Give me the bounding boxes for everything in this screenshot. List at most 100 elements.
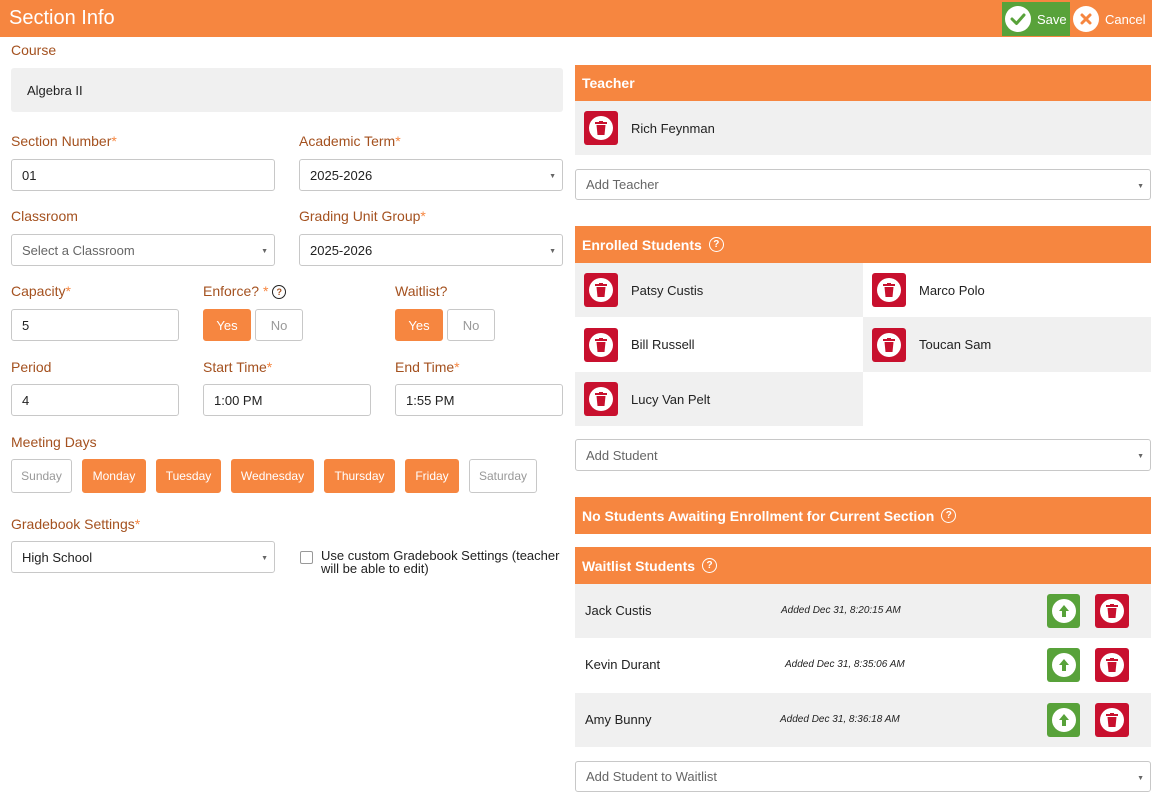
student-name: Lucy Van Pelt [631,391,711,407]
enrolled-student-row: Lucy Van Pelt [575,372,863,426]
save-label: Save [1037,11,1067,27]
academic-term-select[interactable]: 2025-2026 ▼ [299,159,563,191]
trash-icon [877,278,901,302]
custom-gradebook-label: Use custom Gradebook Settings (teacher w… [321,548,560,576]
teacher-name: Rich Feynman [631,120,715,136]
page-title: Section Info [9,7,115,29]
arrow-up-icon [1051,599,1076,623]
day-friday-button[interactable]: Friday [405,459,459,493]
enrolled-student-row: Toucan Sam [863,317,1151,372]
enforce-yes-button[interactable]: Yes [203,309,251,341]
day-wednesday-button[interactable]: Wednesday [231,459,314,493]
waitlist-student-name: Kevin Durant [585,657,661,672]
section-number-label: Section Number* [11,133,117,149]
add-student-select[interactable]: Add Student ▼ [575,439,1151,471]
course-label: Course [11,42,57,58]
academic-term-label: Academic Term* [299,133,401,149]
grading-unit-group-label: Grading Unit Group* [299,208,426,224]
day-thursday-button[interactable]: Thursday [324,459,395,493]
add-waitlist-student-select[interactable]: Add Student to Waitlist ▼ [575,761,1151,792]
meeting-days-label: Meeting Days [11,434,97,450]
waitlist-added-time: Added Dec 31, 8:36:18 AM [780,714,900,725]
day-monday-button[interactable]: Monday [82,459,146,493]
caret-down-icon: ▼ [1137,453,1144,460]
trash-icon [589,116,613,140]
caret-down-icon: ▼ [549,173,556,180]
end-time-label: End Time* [395,359,460,375]
waitlist-no-button[interactable]: No [447,309,495,341]
cancel-button[interactable]: Cancel [1070,2,1152,36]
student-name: Patsy Custis [631,282,704,298]
custom-gradebook-checkbox[interactable] [300,551,313,564]
waitlist-row: Kevin Durant Added Dec 31, 8:35:06 AM [575,638,1151,693]
promote-student-button[interactable] [1047,703,1080,737]
day-saturday-button[interactable]: Saturday [469,459,537,493]
waitlist-row: Amy Bunny Added Dec 31, 8:36:18 AM [575,693,1151,747]
classroom-label: Classroom [11,208,78,224]
waitlist-added-time: Added Dec 31, 8:20:15 AM [781,605,901,616]
period-label: Period [11,359,52,375]
period-input[interactable]: 4 [11,384,179,416]
remove-student-button[interactable] [872,273,906,307]
save-button[interactable]: Save [1002,2,1070,36]
remove-waitlist-button[interactable] [1095,594,1129,628]
waitlist-label: Waitlist? [395,283,448,299]
caret-down-icon: ▼ [1137,775,1144,782]
cancel-label: Cancel [1105,11,1146,27]
trash-icon [589,332,613,357]
enrolled-student-row: Marco Polo [863,263,1151,317]
waitlist-student-name: Amy Bunny [585,712,652,727]
waitlist-row: Jack Custis Added Dec 31, 8:20:15 AM [575,584,1151,638]
trash-icon [1100,653,1124,677]
day-sunday-button[interactable]: Sunday [11,459,72,493]
waitlist-students-header: Waitlist Students? [575,547,1151,584]
student-name: Bill Russell [631,337,695,352]
section-number-input[interactable]: 01 [11,159,275,191]
help-icon[interactable]: ? [708,237,724,252]
course-value: Algebra II [11,68,563,112]
help-icon[interactable]: ? [702,558,718,573]
gradebook-settings-label: Gradebook Settings* [11,516,141,532]
help-icon[interactable]: ? [272,285,287,300]
delete-teacher-button[interactable] [584,111,618,145]
remove-student-button[interactable] [872,327,906,362]
start-time-label: Start Time* [203,359,273,375]
start-time-input[interactable]: 1:00 PM [203,384,371,416]
remove-student-button[interactable] [584,273,618,307]
remove-student-button[interactable] [584,382,618,416]
trash-icon [1100,708,1124,732]
caret-down-icon: ▼ [1137,183,1144,190]
enforce-label: Enforce? * ? [203,283,287,300]
promote-student-button[interactable] [1047,648,1080,682]
waitlist-yes-button[interactable]: Yes [395,309,443,341]
remove-student-button[interactable] [584,327,618,362]
end-time-input[interactable]: 1:55 PM [395,384,563,416]
grading-unit-group-select[interactable]: 2025-2026 ▼ [299,234,563,266]
add-teacher-select[interactable]: Add Teacher ▼ [575,169,1151,200]
waitlist-added-time: Added Dec 31, 8:35:06 AM [785,659,905,670]
teacher-row: Rich Feynman [575,101,1151,155]
trash-icon [589,278,613,302]
promote-student-button[interactable] [1047,594,1080,628]
remove-waitlist-button[interactable] [1095,648,1129,682]
enrolled-student-row: Bill Russell [575,317,863,372]
enrolled-students-header: Enrolled Students? [575,226,1151,263]
student-name: Marco Polo [919,282,985,298]
caret-down-icon: ▼ [549,248,556,255]
header-bar [0,0,1152,37]
help-icon[interactable]: ? [941,508,957,523]
classroom-select[interactable]: Select a Classroom ▼ [11,234,275,266]
student-name: Toucan Sam [919,337,992,352]
caret-down-icon: ▼ [261,555,268,562]
waitlist-student-name: Jack Custis [585,603,652,618]
remove-waitlist-button[interactable] [1095,703,1129,737]
trash-icon [1100,599,1124,623]
day-tuesday-button[interactable]: Tuesday [156,459,221,493]
enforce-no-button[interactable]: No [255,309,303,341]
gradebook-settings-select[interactable]: High School ▼ [11,541,275,573]
teacher-header: Teacher [575,65,1151,101]
enrolled-student-row: Patsy Custis [575,263,863,317]
arrow-up-icon [1051,708,1076,732]
trash-icon [877,332,901,357]
capacity-input[interactable]: 5 [11,309,179,341]
